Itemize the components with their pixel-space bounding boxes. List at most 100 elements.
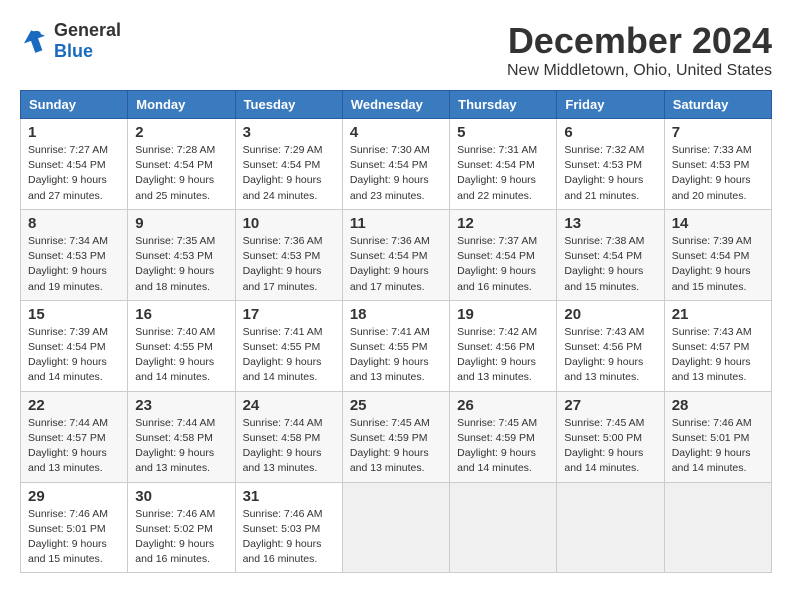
day-number-28: 28	[672, 397, 764, 414]
empty-cell	[664, 482, 771, 573]
day-info-26: Sunrise: 7:45 AM Sunset: 4:59 PM Dayligh…	[457, 416, 549, 477]
header-sunday: Sunday	[21, 91, 128, 119]
day-info-3: Sunrise: 7:29 AM Sunset: 4:54 PM Dayligh…	[243, 143, 335, 204]
day-info-29: Sunrise: 7:46 AM Sunset: 5:01 PM Dayligh…	[28, 507, 120, 568]
day-info-4: Sunrise: 7:30 AM Sunset: 4:54 PM Dayligh…	[350, 143, 442, 204]
day-2: 2 Sunrise: 7:28 AM Sunset: 4:54 PM Dayli…	[128, 119, 235, 210]
header-saturday: Saturday	[664, 91, 771, 119]
title-area: December 2024 New Middletown, Ohio, Unit…	[507, 20, 772, 80]
day-30: 30 Sunrise: 7:46 AM Sunset: 5:02 PM Dayl…	[128, 482, 235, 573]
day-info-12: Sunrise: 7:37 AM Sunset: 4:54 PM Dayligh…	[457, 234, 549, 295]
day-number-9: 9	[135, 215, 227, 232]
day-6: 6 Sunrise: 7:32 AM Sunset: 4:53 PM Dayli…	[557, 119, 664, 210]
day-22: 22 Sunrise: 7:44 AM Sunset: 4:57 PM Dayl…	[21, 391, 128, 482]
week-row-4: 22 Sunrise: 7:44 AM Sunset: 4:57 PM Dayl…	[21, 391, 772, 482]
day-info-28: Sunrise: 7:46 AM Sunset: 5:01 PM Dayligh…	[672, 416, 764, 477]
day-number-4: 4	[350, 124, 442, 141]
day-number-16: 16	[135, 306, 227, 323]
day-info-21: Sunrise: 7:43 AM Sunset: 4:57 PM Dayligh…	[672, 325, 764, 386]
day-20: 20 Sunrise: 7:43 AM Sunset: 4:56 PM Dayl…	[557, 300, 664, 391]
day-number-8: 8	[28, 215, 120, 232]
day-info-16: Sunrise: 7:40 AM Sunset: 4:55 PM Dayligh…	[135, 325, 227, 386]
day-info-9: Sunrise: 7:35 AM Sunset: 4:53 PM Dayligh…	[135, 234, 227, 295]
day-info-30: Sunrise: 7:46 AM Sunset: 5:02 PM Dayligh…	[135, 507, 227, 568]
day-27: 27 Sunrise: 7:45 AM Sunset: 5:00 PM Dayl…	[557, 391, 664, 482]
month-year-title: December 2024	[507, 20, 772, 62]
logo-bird-icon	[20, 26, 50, 56]
day-5: 5 Sunrise: 7:31 AM Sunset: 4:54 PM Dayli…	[450, 119, 557, 210]
logo: General Blue	[20, 20, 121, 62]
day-9: 9 Sunrise: 7:35 AM Sunset: 4:53 PM Dayli…	[128, 209, 235, 300]
day-number-24: 24	[243, 397, 335, 414]
day-number-22: 22	[28, 397, 120, 414]
day-31: 31 Sunrise: 7:46 AM Sunset: 5:03 PM Dayl…	[235, 482, 342, 573]
day-26: 26 Sunrise: 7:45 AM Sunset: 4:59 PM Dayl…	[450, 391, 557, 482]
day-number-30: 30	[135, 488, 227, 505]
day-number-19: 19	[457, 306, 549, 323]
location-subtitle: New Middletown, Ohio, United States	[507, 62, 772, 80]
header-wednesday: Wednesday	[342, 91, 449, 119]
week-row-1: 1 Sunrise: 7:27 AM Sunset: 4:54 PM Dayli…	[21, 119, 772, 210]
day-13: 13 Sunrise: 7:38 AM Sunset: 4:54 PM Dayl…	[557, 209, 664, 300]
day-number-12: 12	[457, 215, 549, 232]
day-3: 3 Sunrise: 7:29 AM Sunset: 4:54 PM Dayli…	[235, 119, 342, 210]
day-number-31: 31	[243, 488, 335, 505]
day-number-21: 21	[672, 306, 764, 323]
day-info-23: Sunrise: 7:44 AM Sunset: 4:58 PM Dayligh…	[135, 416, 227, 477]
day-info-1: Sunrise: 7:27 AM Sunset: 4:54 PM Dayligh…	[28, 143, 120, 204]
day-info-14: Sunrise: 7:39 AM Sunset: 4:54 PM Dayligh…	[672, 234, 764, 295]
day-1: 1 Sunrise: 7:27 AM Sunset: 4:54 PM Dayli…	[21, 119, 128, 210]
day-7: 7 Sunrise: 7:33 AM Sunset: 4:53 PM Dayli…	[664, 119, 771, 210]
day-number-6: 6	[564, 124, 656, 141]
day-21: 21 Sunrise: 7:43 AM Sunset: 4:57 PM Dayl…	[664, 300, 771, 391]
day-number-17: 17	[243, 306, 335, 323]
day-info-13: Sunrise: 7:38 AM Sunset: 4:54 PM Dayligh…	[564, 234, 656, 295]
day-number-18: 18	[350, 306, 442, 323]
empty-cell	[450, 482, 557, 573]
header-monday: Monday	[128, 91, 235, 119]
day-info-8: Sunrise: 7:34 AM Sunset: 4:53 PM Dayligh…	[28, 234, 120, 295]
day-8: 8 Sunrise: 7:34 AM Sunset: 4:53 PM Dayli…	[21, 209, 128, 300]
day-info-17: Sunrise: 7:41 AM Sunset: 4:55 PM Dayligh…	[243, 325, 335, 386]
day-23: 23 Sunrise: 7:44 AM Sunset: 4:58 PM Dayl…	[128, 391, 235, 482]
day-15: 15 Sunrise: 7:39 AM Sunset: 4:54 PM Dayl…	[21, 300, 128, 391]
day-info-2: Sunrise: 7:28 AM Sunset: 4:54 PM Dayligh…	[135, 143, 227, 204]
day-19: 19 Sunrise: 7:42 AM Sunset: 4:56 PM Dayl…	[450, 300, 557, 391]
day-info-7: Sunrise: 7:33 AM Sunset: 4:53 PM Dayligh…	[672, 143, 764, 204]
day-info-11: Sunrise: 7:36 AM Sunset: 4:54 PM Dayligh…	[350, 234, 442, 295]
day-info-10: Sunrise: 7:36 AM Sunset: 4:53 PM Dayligh…	[243, 234, 335, 295]
day-number-10: 10	[243, 215, 335, 232]
day-number-14: 14	[672, 215, 764, 232]
calendar-table: Sunday Monday Tuesday Wednesday Thursday…	[20, 90, 772, 573]
day-info-19: Sunrise: 7:42 AM Sunset: 4:56 PM Dayligh…	[457, 325, 549, 386]
weekday-header-row: Sunday Monday Tuesday Wednesday Thursday…	[21, 91, 772, 119]
day-24: 24 Sunrise: 7:44 AM Sunset: 4:58 PM Dayl…	[235, 391, 342, 482]
header-thursday: Thursday	[450, 91, 557, 119]
day-number-23: 23	[135, 397, 227, 414]
logo-text: General Blue	[54, 20, 121, 62]
day-number-15: 15	[28, 306, 120, 323]
day-number-26: 26	[457, 397, 549, 414]
day-12: 12 Sunrise: 7:37 AM Sunset: 4:54 PM Dayl…	[450, 209, 557, 300]
day-number-1: 1	[28, 124, 120, 141]
day-18: 18 Sunrise: 7:41 AM Sunset: 4:55 PM Dayl…	[342, 300, 449, 391]
day-info-5: Sunrise: 7:31 AM Sunset: 4:54 PM Dayligh…	[457, 143, 549, 204]
day-10: 10 Sunrise: 7:36 AM Sunset: 4:53 PM Dayl…	[235, 209, 342, 300]
week-row-2: 8 Sunrise: 7:34 AM Sunset: 4:53 PM Dayli…	[21, 209, 772, 300]
day-4: 4 Sunrise: 7:30 AM Sunset: 4:54 PM Dayli…	[342, 119, 449, 210]
week-row-5: 29 Sunrise: 7:46 AM Sunset: 5:01 PM Dayl…	[21, 482, 772, 573]
day-29: 29 Sunrise: 7:46 AM Sunset: 5:01 PM Dayl…	[21, 482, 128, 573]
day-17: 17 Sunrise: 7:41 AM Sunset: 4:55 PM Dayl…	[235, 300, 342, 391]
day-info-6: Sunrise: 7:32 AM Sunset: 4:53 PM Dayligh…	[564, 143, 656, 204]
day-28: 28 Sunrise: 7:46 AM Sunset: 5:01 PM Dayl…	[664, 391, 771, 482]
day-info-25: Sunrise: 7:45 AM Sunset: 4:59 PM Dayligh…	[350, 416, 442, 477]
day-info-20: Sunrise: 7:43 AM Sunset: 4:56 PM Dayligh…	[564, 325, 656, 386]
empty-cell	[342, 482, 449, 573]
day-number-11: 11	[350, 215, 442, 232]
day-number-13: 13	[564, 215, 656, 232]
day-11: 11 Sunrise: 7:36 AM Sunset: 4:54 PM Dayl…	[342, 209, 449, 300]
day-number-5: 5	[457, 124, 549, 141]
day-number-7: 7	[672, 124, 764, 141]
day-info-22: Sunrise: 7:44 AM Sunset: 4:57 PM Dayligh…	[28, 416, 120, 477]
header: General Blue December 2024 New Middletow…	[20, 20, 772, 80]
